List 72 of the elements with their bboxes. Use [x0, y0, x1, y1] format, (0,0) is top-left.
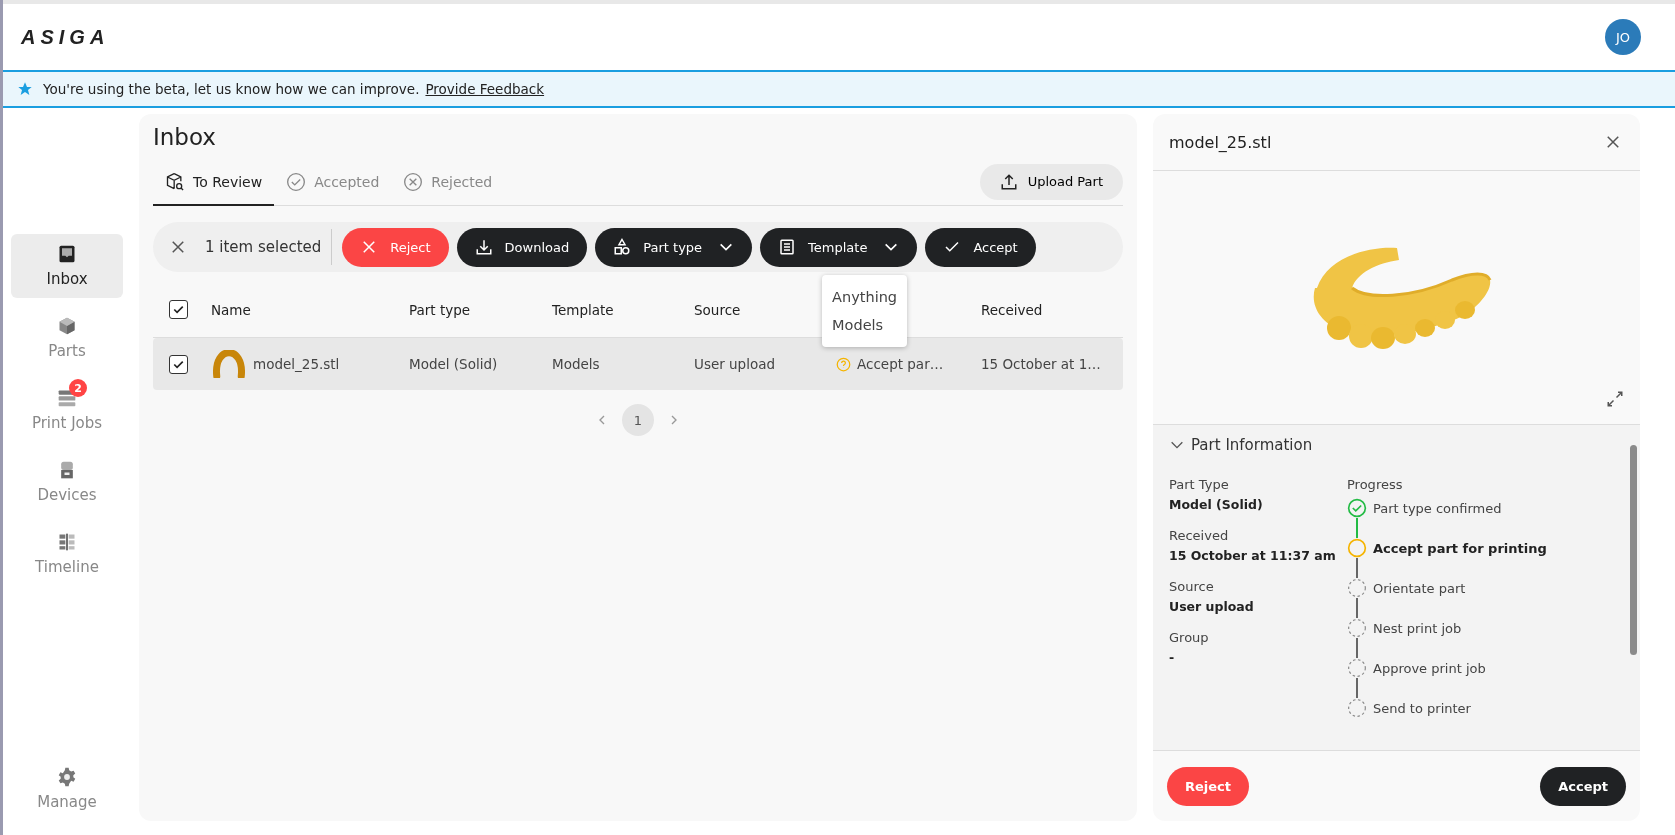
progress-step: Send to printer: [1373, 700, 1471, 716]
box-search-icon: [165, 172, 185, 192]
field-value: User upload: [1169, 599, 1255, 614]
check-circle-icon: [286, 172, 307, 192]
progress-step: Orientate part: [1373, 580, 1466, 596]
help-icon: [836, 356, 851, 372]
field-value: 15 October at 11:37 am: [1169, 548, 1337, 563]
page-button[interactable]: 1: [622, 404, 654, 436]
field-label: Source: [1169, 579, 1215, 594]
nav-item[interactable]: Manage: [11, 757, 123, 821]
menu-item[interactable]: Models: [822, 310, 908, 339]
column-header: Received: [981, 301, 1044, 318]
feedback-link[interactable]: Provide Feedback: [425, 81, 545, 97]
column-header: Name: [211, 301, 252, 318]
close-icon[interactable]: [1604, 133, 1622, 151]
progress-step: Accept part for printing: [1373, 540, 1547, 556]
nav-item[interactable]: Devices: [11, 450, 123, 514]
column-header: Part type: [409, 301, 472, 318]
field-value: -: [1169, 650, 1176, 665]
server-stack-icon: [57, 388, 77, 408]
column-header: Template: [552, 301, 615, 318]
panel-title: model_25.stl: [1169, 132, 1272, 152]
banner-message: You're using the beta, let us know how we can improve.: [43, 81, 420, 97]
table-cell-text: Models: [552, 356, 601, 372]
dropdown-button[interactable]: Part type: [595, 227, 753, 267]
action-button[interactable]: Download: [456, 227, 588, 267]
table-cell-text: User upload: [694, 356, 777, 372]
progress-title: Progress: [1347, 477, 1403, 492]
nav-item[interactable]: Timeline: [11, 522, 123, 586]
progress-step: Part type confirmed: [1373, 500, 1502, 516]
count-badge: 2: [69, 379, 87, 397]
action-button[interactable]: Accept: [1540, 766, 1626, 806]
logo: ASIGA: [21, 25, 110, 49]
document-icon: [778, 238, 797, 256]
table-cell: Accept par…: [857, 356, 944, 372]
field-label: Received: [1169, 528, 1230, 543]
star-icon: [17, 81, 33, 97]
shapes-icon: [613, 238, 632, 256]
table-cell-text: 15 October at 1…: [981, 356, 1102, 372]
user-avatar[interactable]: JO: [1605, 19, 1641, 55]
action-button[interactable]: Accept: [925, 227, 1036, 267]
nav-item[interactable]: Inbox: [11, 234, 123, 298]
nav-item[interactable]: Parts: [11, 306, 123, 370]
upload-part-button[interactable]: Upload Part: [979, 163, 1123, 200]
nav-item[interactable]: 2 Print Jobs: [11, 378, 123, 442]
progress-step: Nest print job: [1373, 620, 1462, 636]
selection-count: 1 item selected: [205, 238, 322, 256]
settings-icon: [57, 767, 77, 787]
dropdown-button[interactable]: Template: [760, 227, 918, 267]
download-icon: [474, 238, 493, 256]
table-cell: model_25.stl: [253, 356, 340, 372]
page-title: Inbox: [153, 124, 217, 150]
menu-item[interactable]: Anything: [822, 282, 908, 311]
close-icon[interactable]: [169, 238, 187, 256]
field-label: Part Type: [1169, 477, 1230, 492]
field-label: Group: [1169, 630, 1210, 645]
field-value: Model (Solid): [1169, 497, 1264, 512]
x-circle-icon: [403, 172, 424, 192]
expand-icon[interactable]: [1606, 390, 1624, 408]
inbox-tray-icon: [57, 244, 77, 264]
section-toggle[interactable]: Part Information: [1169, 433, 1313, 457]
checkbox[interactable]: [169, 300, 188, 319]
cube-icon: [57, 316, 77, 336]
timeline-icon: [57, 532, 77, 552]
column-header: Source: [694, 301, 742, 318]
arch-icon: [211, 350, 247, 378]
table-row[interactable]: model_25.stl Model (Solid) Models User upload Accept par… 15 October at 1…: [153, 338, 1123, 390]
tab[interactable]: To Review: [153, 162, 275, 206]
progress-step: Approve print job: [1373, 660, 1486, 676]
checkbox[interactable]: [169, 354, 188, 374]
table-cell-text: Model (Solid): [409, 356, 499, 372]
upload-icon: [999, 172, 1018, 191]
